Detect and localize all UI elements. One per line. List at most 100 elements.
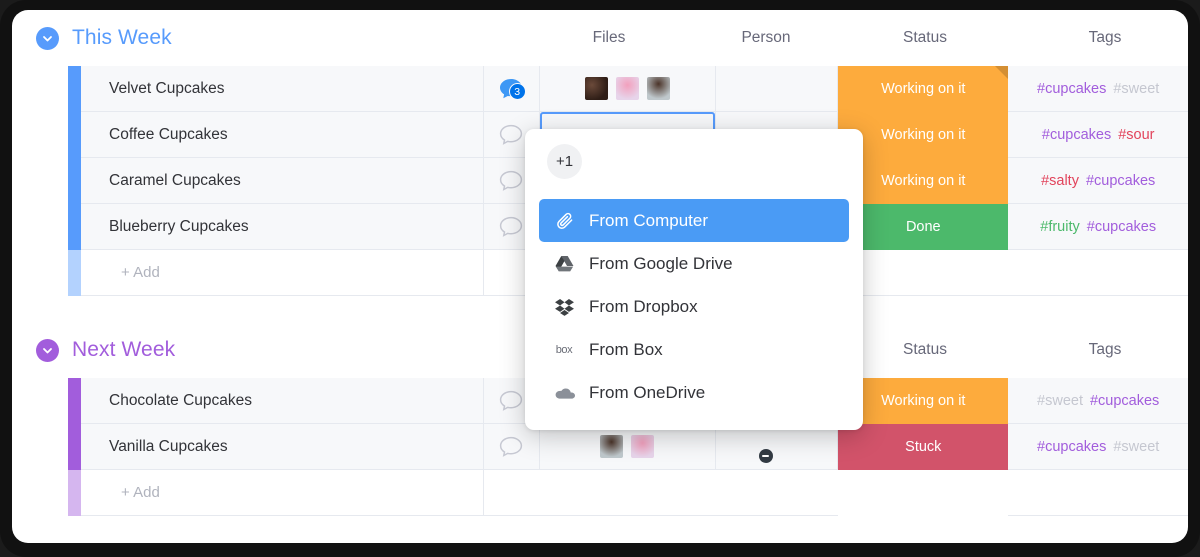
avatar[interactable] — [758, 431, 792, 463]
status-badge: Done — [838, 204, 1009, 250]
row-name: Chocolate Cupcakes — [109, 391, 253, 409]
row-color-bar — [68, 158, 81, 204]
column-header-files[interactable]: Files — [553, 10, 665, 66]
file-thumbnail[interactable] — [631, 435, 655, 458]
row-status-cell[interactable]: Done — [838, 204, 1009, 250]
row-color-bar — [68, 112, 81, 158]
menu-item-label: From Computer — [589, 211, 709, 230]
row-status-cell[interactable]: Working on it — [838, 158, 1009, 204]
group-title[interactable]: This Week — [72, 26, 172, 50]
row-tags-cell[interactable]: #salty #cupcakes — [1008, 158, 1188, 204]
file-thumbnail[interactable] — [646, 77, 670, 100]
row-name-cell[interactable]: Velvet Cupcakes — [81, 66, 484, 112]
menu-item-from-box[interactable]: box From Box — [539, 328, 849, 371]
status-badge: Working on it — [838, 158, 1009, 204]
tag[interactable]: #cupcakes — [1087, 219, 1156, 235]
menu-item-label: From Box — [589, 340, 663, 359]
row-tags-cell[interactable]: #fruity #cupcakes — [1008, 204, 1188, 250]
column-header-status[interactable]: Status — [869, 10, 981, 66]
row-name: Coffee Cupcakes — [109, 125, 228, 143]
row-color-bar — [68, 66, 81, 112]
row-name: Caramel Cupcakes — [109, 171, 241, 189]
row-person-cell[interactable] — [715, 66, 839, 112]
row-tags-cell[interactable]: #cupcakes #sour — [1008, 112, 1188, 158]
add-row-filler — [540, 470, 716, 516]
chat-bubble-outline-icon — [499, 436, 522, 457]
row-files-cell[interactable] — [539, 424, 716, 470]
row-name: Vanilla Cupcakes — [109, 437, 228, 455]
add-item-cell[interactable]: + Add — [81, 250, 484, 296]
tag[interactable]: #sour — [1118, 127, 1154, 143]
file-thumbnail[interactable] — [584, 77, 608, 100]
add-row-filler — [715, 470, 839, 516]
row-name-cell[interactable]: Caramel Cupcakes — [81, 158, 484, 204]
menu-item-label: From Google Drive — [589, 254, 733, 273]
collapse-caret-icon[interactable] — [36, 338, 59, 362]
row-files-cell[interactable] — [539, 66, 716, 112]
tag[interactable]: #cupcakes — [1086, 173, 1155, 189]
box-icon: box — [555, 343, 573, 356]
column-header-person[interactable]: Person — [710, 10, 822, 66]
extra-files-chip[interactable]: +1 — [547, 144, 582, 179]
tag[interactable]: #cupcakes — [1042, 127, 1111, 143]
chat-bubble-outline-icon — [499, 170, 522, 191]
collapse-caret-icon[interactable] — [36, 26, 59, 50]
row-tags-cell[interactable]: #cupcakes #sweet — [1008, 66, 1188, 112]
tag[interactable]: #sweet — [1113, 81, 1159, 97]
row-tags-cell[interactable]: #cupcakes #sweet — [1008, 424, 1188, 470]
file-thumbnail[interactable] — [615, 77, 639, 100]
column-header-tags[interactable]: Tags — [1049, 322, 1161, 378]
menu-item-label: From Dropbox — [589, 297, 698, 316]
menu-item-from-dropbox[interactable]: From Dropbox — [539, 285, 849, 328]
onedrive-icon — [553, 386, 575, 400]
table-row[interactable]: Velvet Cupcakes 3 Working on it #cupcake… — [68, 66, 1188, 112]
paperclip-icon — [553, 211, 575, 230]
menu-item-from-google-drive[interactable]: From Google Drive — [539, 242, 849, 285]
chat-bubble-outline-icon — [499, 216, 522, 237]
status-badge: Working on it — [838, 112, 1009, 158]
row-name-cell[interactable]: Vanilla Cupcakes — [81, 424, 484, 470]
row-status-cell[interactable]: Stuck — [838, 424, 1009, 470]
row-name-cell[interactable]: Blueberry Cupcakes — [81, 204, 484, 250]
group-title[interactable]: Next Week — [72, 338, 175, 362]
file-thumbnail[interactable] — [600, 435, 624, 458]
tag[interactable]: #salty — [1041, 173, 1079, 189]
tag[interactable]: #sweet — [1113, 439, 1159, 455]
row-chat-cell[interactable]: 3 — [483, 66, 540, 112]
row-tags-cell[interactable]: #sweet #cupcakes — [1008, 378, 1188, 424]
row-color-bar — [68, 250, 81, 296]
add-item-label: + Add — [121, 264, 160, 281]
menu-item-label: From OneDrive — [589, 383, 706, 402]
tag[interactable]: #cupcakes — [1037, 81, 1106, 97]
add-item-cell[interactable]: + Add — [81, 470, 484, 516]
avatar[interactable] — [761, 73, 792, 104]
row-name: Velvet Cupcakes — [109, 79, 225, 97]
row-color-bar — [68, 204, 81, 250]
device-frame: This Week Files Person Status Tags Velve… — [0, 0, 1200, 557]
menu-item-from-computer[interactable]: From Computer — [539, 199, 849, 242]
tag[interactable]: #sweet — [1037, 393, 1083, 409]
tag[interactable]: #cupcakes — [1090, 393, 1159, 409]
column-header-status[interactable]: Status — [869, 322, 981, 378]
add-item-row[interactable]: + Add — [68, 470, 1188, 516]
row-person-cell[interactable] — [715, 424, 839, 470]
dropbox-icon — [553, 298, 575, 316]
table-row[interactable]: Vanilla Cupcakes Stuck #cupcakes #sweet — [68, 424, 1188, 470]
row-color-bar — [68, 378, 81, 424]
row-color-bar — [68, 424, 81, 470]
status-badge: Working on it — [838, 66, 1009, 112]
chat-count-badge: 3 — [508, 83, 526, 100]
tag[interactable]: #cupcakes — [1037, 439, 1106, 455]
row-color-bar — [68, 470, 81, 516]
row-status-cell[interactable]: Working on it — [838, 112, 1009, 158]
tag[interactable]: #fruity — [1040, 219, 1080, 235]
add-row-filler — [838, 470, 1009, 516]
chat-bubble-outline-icon — [499, 124, 522, 145]
row-status-cell[interactable]: Working on it — [838, 66, 1009, 112]
row-status-cell[interactable]: Working on it — [838, 378, 1009, 424]
row-name-cell[interactable]: Coffee Cupcakes — [81, 112, 484, 158]
column-header-tags[interactable]: Tags — [1049, 10, 1161, 66]
menu-item-from-onedrive[interactable]: From OneDrive — [539, 371, 849, 414]
row-chat-cell[interactable] — [483, 424, 540, 470]
row-name-cell[interactable]: Chocolate Cupcakes — [81, 378, 484, 424]
